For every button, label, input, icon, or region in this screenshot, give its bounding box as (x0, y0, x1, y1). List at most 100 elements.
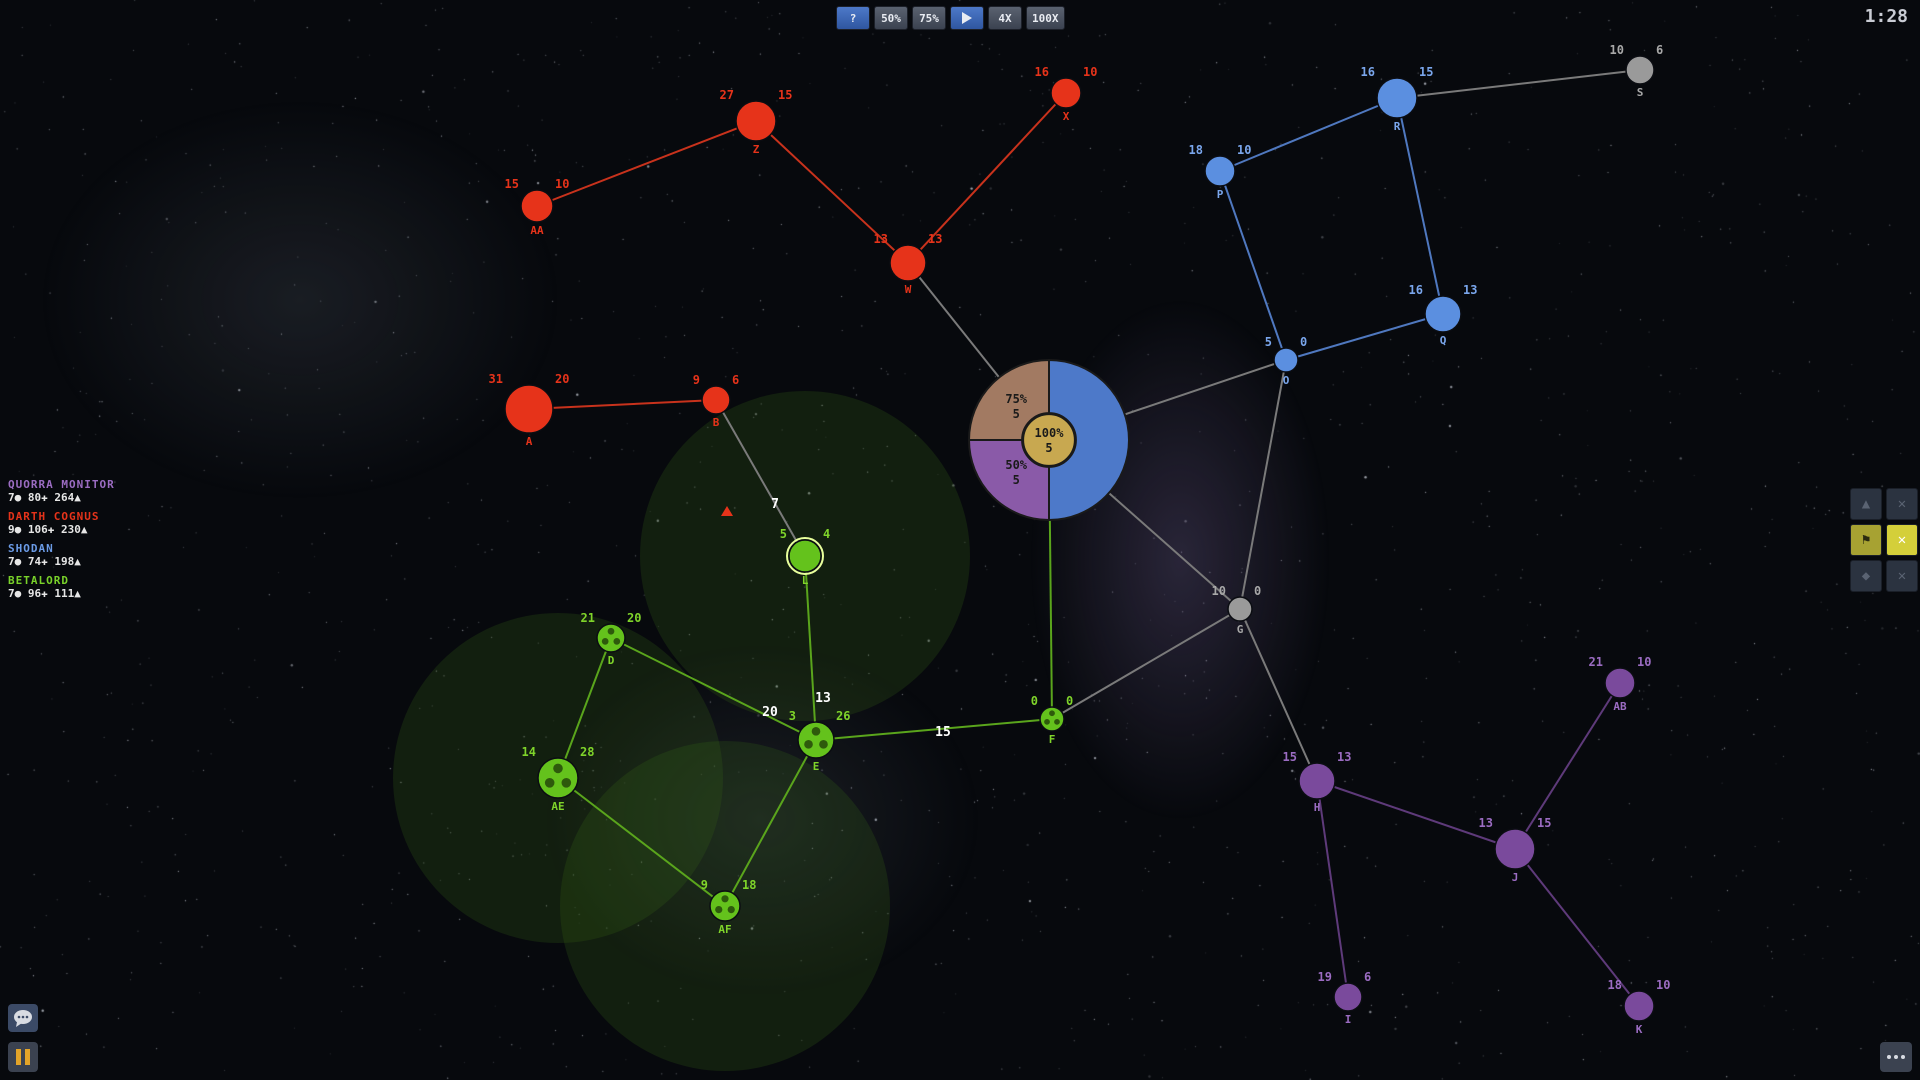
command-panel: ▲ ✕ ⚑ ✕ ◆ ✕ (1850, 488, 1918, 592)
more-icon (1894, 1055, 1898, 1059)
link-line (536, 120, 757, 207)
fleet-flow-label: 13 (815, 691, 831, 706)
node-name: J (1512, 871, 1519, 884)
chat-button[interactable] (8, 1004, 38, 1032)
cancel-icon[interactable]: ✕ (1886, 488, 1918, 520)
node-count-b: 6 (1656, 43, 1663, 57)
speed-toolbar: ? 50% 75% 4X 100X (836, 6, 1065, 30)
link-line (1219, 97, 1398, 172)
node-circle (1273, 347, 1299, 373)
node-count-b: 0 (1066, 694, 1073, 708)
play-button[interactable] (950, 6, 984, 30)
game-timer: 1:28 (1864, 6, 1908, 27)
node-name: K (1636, 1023, 1643, 1036)
node-count-b: 0 (1300, 335, 1307, 349)
node-slot-icon (613, 638, 621, 645)
fleet-flow-label: 20 (762, 705, 778, 720)
node-count-b: 15 (778, 88, 792, 102)
node-count-b: 20 (627, 611, 641, 625)
node-slot-icon (811, 727, 821, 736)
node-name: A (526, 435, 533, 448)
node-count-b: 10 (1656, 978, 1670, 992)
node-r[interactable]: 16 15 R (1361, 65, 1434, 133)
more-icon (1887, 1055, 1891, 1059)
node-count-b: 6 (1364, 970, 1371, 984)
menu-button[interactable] (1880, 1042, 1912, 1072)
node-ab[interactable]: 21 10 AB (1589, 655, 1652, 713)
node-circle (520, 189, 554, 223)
node-count-b: 20 (555, 372, 569, 386)
player-name: SHODAN (8, 542, 54, 555)
node-count-a: 15 (505, 177, 519, 191)
node-circle (701, 385, 731, 415)
help-button[interactable]: ? (836, 6, 870, 30)
node-count-a: 19 (1318, 970, 1332, 984)
node-name: Q (1440, 334, 1447, 347)
link-line (1285, 313, 1444, 361)
node-x[interactable]: 16 10 X (1035, 65, 1098, 123)
node-name: AF (718, 923, 731, 936)
node-slot-icon (601, 638, 609, 645)
node-slot-icon (544, 778, 555, 788)
node-count-a: 16 (1409, 283, 1423, 297)
hub-node[interactable]: 50%575%5100%5 (967, 358, 1130, 522)
node-slot-icon (1044, 719, 1050, 725)
node-count-b: 10 (555, 177, 569, 191)
speed-100x-button[interactable]: 100X (1026, 6, 1065, 30)
link-line (528, 399, 717, 410)
node-j[interactable]: 13 15 J (1479, 816, 1552, 884)
fleet-flow-label: 15 (935, 725, 951, 740)
shield-icon[interactable]: ◆ (1850, 560, 1882, 592)
flag-icon[interactable]: ⚑ (1850, 524, 1882, 556)
galaxy-map[interactable]: 50%575%5100%5 27 15Z16 10X15 10AA13 13W31 20A… (0, 0, 1920, 1080)
node-count-a: 21 (1589, 655, 1603, 669)
player-entry: SHODAN 7● 74✚ 198▲ (8, 542, 115, 568)
node-name: F (1049, 733, 1056, 746)
link-line (1514, 682, 1621, 850)
node-count-a: 21 (581, 611, 595, 625)
node-count-a: 18 (1608, 978, 1622, 992)
node-name: O (1283, 374, 1290, 387)
player-list: QUORRA MONITOR 7● 80✚ 264▲ DARTH COGNUS … (8, 478, 115, 606)
player-stats: 7● 80✚ 264▲ (8, 491, 81, 504)
speed-50-button[interactable]: 50% (874, 6, 908, 30)
pause-icon (16, 1049, 21, 1065)
node-count-a: 0 (1031, 694, 1038, 708)
node-k[interactable]: 18 10 K (1608, 978, 1671, 1036)
node-h[interactable]: 15 13 H (1283, 750, 1352, 814)
node-name: H (1314, 801, 1321, 814)
node-count-b: 10 (1637, 655, 1651, 669)
node-count-b: 10 (1083, 65, 1097, 79)
node-count-a: 5 (1265, 335, 1272, 349)
more-icon (1901, 1055, 1905, 1059)
node-circle (1623, 990, 1655, 1022)
node-count-b: 4 (823, 527, 830, 541)
node-name: B (713, 416, 720, 429)
hub-segment-count: 5 (1013, 407, 1020, 421)
chat-icon (14, 1010, 32, 1027)
node-circle (889, 244, 927, 282)
node-circle (1376, 77, 1418, 119)
node-s[interactable]: 10 6 S (1610, 43, 1664, 99)
node-circle (735, 100, 777, 142)
pause-button[interactable] (8, 1042, 38, 1072)
node-p[interactable]: 18 10 P (1189, 143, 1252, 201)
node-name: S (1637, 86, 1644, 99)
speed-4x-button[interactable]: 4X (988, 6, 1022, 30)
node-count-a: 13 (1479, 816, 1493, 830)
node-count-b: 28 (580, 745, 594, 759)
close-icon[interactable]: ✕ (1886, 524, 1918, 556)
link-line (1316, 780, 1516, 850)
attack-icon[interactable]: ▲ (1850, 488, 1882, 520)
node-circle (1204, 155, 1236, 187)
node-w[interactable]: 13 13 W (874, 232, 943, 296)
player-entry: BETALORD 7● 96✚ 111▲ (8, 574, 115, 600)
node-q[interactable]: 16 13 Q (1409, 283, 1478, 347)
node-count-b: 6 (732, 373, 739, 387)
disabled-close-icon[interactable]: ✕ (1886, 560, 1918, 592)
node-count-b: 26 (836, 709, 850, 723)
speed-75-button[interactable]: 75% (912, 6, 946, 30)
link-line (1396, 97, 1444, 315)
node-name: L (802, 574, 809, 587)
hub-segment-percent: 50% (1005, 458, 1027, 472)
